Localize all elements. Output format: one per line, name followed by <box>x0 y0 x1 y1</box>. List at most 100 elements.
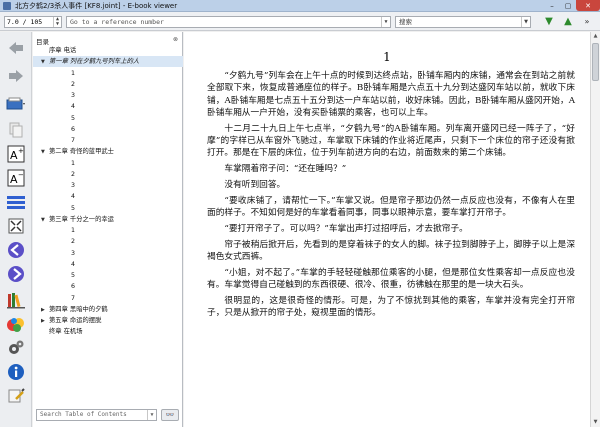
toc-item-label: 终章 在机场 <box>49 328 83 336</box>
toc-item-label: 5 <box>71 204 76 212</box>
app-icon <box>3 1 11 10</box>
toc-item-label: 1 <box>71 159 76 167</box>
close-button[interactable]: ✕ <box>576 0 600 11</box>
position-value: 7.0 / 105 <box>7 18 43 26</box>
minimize-button[interactable]: – <box>544 0 560 11</box>
preferences-icon[interactable] <box>4 338 28 358</box>
toc-item[interactable]: 2 <box>33 169 183 180</box>
book-paragraph: “夕鹤九号”列车会在上午十点的时候到达终点站，卧铺车厢内的床铺，通常会在到站之前… <box>207 71 575 118</box>
toolbar-extension-icon[interactable]: » <box>581 16 593 27</box>
toc-item[interactable]: 6 <box>33 281 183 292</box>
search-input[interactable]: 搜索 ▼ <box>395 16 531 28</box>
toc-item-label: 2 <box>71 80 76 88</box>
toc-item[interactable]: ▶ 第五章 命运的摆脱 <box>33 315 183 326</box>
toc-item[interactable]: 1 <box>33 158 183 169</box>
toc-item[interactable]: ▶ 第四章 黑暗中的夕鹤 <box>33 304 183 315</box>
book-paragraph: 帘子被稍后掀开后，先看到的是穿着袜子的女人的脚。袜子拉到脚脖子上，脚脖子以上是深… <box>207 239 575 262</box>
bookmark-icon[interactable] <box>4 314 28 334</box>
toc-search-input[interactable]: Search Table of Contents ▼ <box>36 409 157 421</box>
next-chapter-icon[interactable] <box>4 264 28 284</box>
back-arrow-icon[interactable] <box>4 38 28 58</box>
font-smaller-icon[interactable]: A − <box>4 168 28 188</box>
toc-item[interactable]: 序章 电话 <box>33 45 183 56</box>
toc-item-label: 4 <box>71 103 76 111</box>
svg-text:+: + <box>18 147 24 155</box>
chevron-down-icon[interactable]: ▼ <box>381 17 390 27</box>
toc-item-label: 第四章 黑暗中的夕鹤 <box>49 305 108 313</box>
toc-item-label: 7 <box>71 294 76 302</box>
toc-item[interactable]: 6 <box>33 124 183 135</box>
chevron-down-icon[interactable]: ▼ <box>521 17 530 27</box>
toc-item[interactable]: ▼ 第三章 千分之一的幸运 <box>33 214 183 225</box>
toc-item-label: 5 <box>71 272 76 279</box>
book-paragraph: 很明显的，这是很奇怪的情形。可是，为了不惊扰到其他的乘客，车掌并没有完全打开帘子… <box>207 295 575 319</box>
toc-item[interactable]: 2 <box>33 79 183 90</box>
scroll-up-icon[interactable]: ▲ <box>591 32 600 41</box>
toc-item[interactable]: 5 <box>33 113 183 124</box>
window-title: 北方夕鹤2/3杀人事件 [KF8.joint] - E-book viewer <box>15 1 178 10</box>
toc-item-label: 2 <box>71 238 76 246</box>
library-icon[interactable] <box>4 290 28 310</box>
toc-item[interactable]: 4 <box>33 259 183 270</box>
toc-item-label: 第一章 列在夕鹤九号列车上的人 <box>49 58 140 66</box>
svg-text:A: A <box>10 149 18 162</box>
toc-item-label: 1 <box>71 227 76 234</box>
book-paragraph: 十二月二十九日上午七点半，“夕鹤九号”的A卧铺车厢。列车离开盛冈已经一阵子了，“… <box>207 123 575 159</box>
toc-item[interactable]: 7 <box>33 135 183 146</box>
open-book-icon[interactable] <box>4 94 28 114</box>
svg-text:−: − <box>18 171 24 179</box>
toc-item-label: 第五章 命运的摆脱 <box>49 317 102 324</box>
title-bar: 北方夕鹤2/3杀人事件 [KF8.joint] - E-book viewer … <box>0 0 600 12</box>
position-spin-arrows[interactable]: ▲ ▼ <box>53 17 61 27</box>
svg-text:A: A <box>10 173 18 186</box>
toc-item-label: 序章 电话 <box>49 47 77 54</box>
lookup-icon[interactable] <box>4 386 28 406</box>
search-placeholder: 搜索 <box>399 18 412 26</box>
book-paragraph: “要收床铺了，请帮忙一下。”车掌又说。但是帘子那边仍然一点反应也没有，不像有人在… <box>207 195 575 218</box>
book-paragraph: 没有听到回答。 <box>224 179 286 190</box>
toc-item[interactable]: ▼ 第二章 奇怪的蓝甲武士 <box>33 146 183 157</box>
info-icon[interactable] <box>4 362 28 382</box>
reference-placeholder: Go to a reference number <box>70 18 164 26</box>
find-next-icon[interactable]: ▼ <box>543 16 555 27</box>
toc-item[interactable]: 2 <box>33 236 183 247</box>
toc-item-label: 5 <box>71 114 76 122</box>
scroll-down-icon[interactable]: ▼ <box>591 418 600 427</box>
toc-item[interactable]: 1 <box>33 225 183 236</box>
reference-input[interactable]: Go to a reference number ▼ <box>66 16 391 28</box>
toc-item-label: 3 <box>71 182 76 189</box>
toc-item-label: 6 <box>71 283 76 291</box>
scrollbar-thumb[interactable] <box>592 43 599 81</box>
toc-item[interactable]: 3 <box>33 90 183 101</box>
toc-item[interactable]: 4 <box>33 101 183 112</box>
top-toolbar: 7.0 / 105 ▲ ▼ Go to a reference number ▼ … <box>0 12 600 31</box>
toc-item[interactable]: 终章 在机场 <box>33 326 183 337</box>
vertical-scrollbar[interactable]: ▲ ▼ <box>590 32 600 427</box>
copy-icon[interactable] <box>4 120 28 140</box>
toc-item-label: 6 <box>71 125 76 133</box>
toc-item-label: 4 <box>71 193 76 201</box>
toc-item[interactable]: 3 <box>33 248 183 259</box>
toc-item[interactable]: 1 <box>33 68 183 79</box>
previous-chapter-icon[interactable] <box>4 240 28 260</box>
toc-item-label: 3 <box>71 249 76 257</box>
maximize-button[interactable]: ▢ <box>560 0 576 11</box>
toc-search-placeholder: Search Table of Contents <box>40 411 127 418</box>
toc-item[interactable]: 4 <box>33 191 183 202</box>
fullscreen-icon[interactable] <box>4 216 28 236</box>
font-larger-icon[interactable]: A + <box>4 144 28 164</box>
toc-item[interactable]: 5 <box>33 270 183 281</box>
position-spinbox[interactable]: 7.0 / 105 ▲ ▼ <box>4 16 62 28</box>
find-previous-icon[interactable]: ▲ <box>562 16 574 27</box>
chevron-down-icon[interactable]: ▼ <box>147 410 156 420</box>
toc-search-button[interactable]: 👓 <box>161 409 179 421</box>
book-text: “夕鹤九号”列车会在上午十点的时候到达终点站，卧铺车厢内的床铺，通常会在到站之前… <box>207 70 575 323</box>
toc-item[interactable]: 5 <box>33 203 183 214</box>
toc-item[interactable]: 3 <box>33 180 183 191</box>
toc-icon[interactable] <box>4 192 28 212</box>
toc-item-label: 第三章 千分之一的幸运 <box>49 215 114 223</box>
forward-arrow-icon[interactable] <box>4 66 28 86</box>
toc-item[interactable]: ▼ 第一章 列在夕鹤九号列车上的人 <box>33 56 183 68</box>
toc-item[interactable]: 7 <box>33 293 183 304</box>
close-icon[interactable]: ⊗ <box>173 36 178 43</box>
